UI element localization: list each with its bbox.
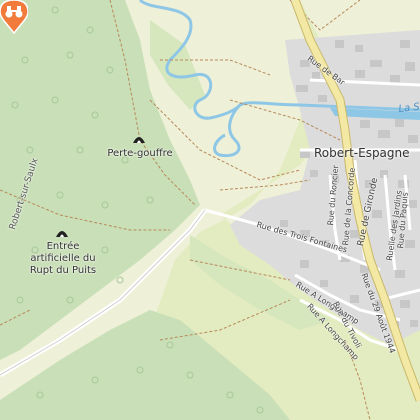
cave-icon[interactable]: [132, 134, 146, 144]
river-label: La S: [398, 101, 420, 115]
map-canvas[interactable]: Perte-gouffre Entrée artificielle du Rup…: [0, 0, 420, 420]
poi-label-rupt-du-puits: Entrée artificielle du Rupt du Puits: [29, 241, 97, 276]
village-label: Robert-Espagne: [314, 146, 410, 160]
poi-label-perte-gouffre: Perte-gouffre: [107, 148, 173, 159]
selected-location-pin[interactable]: [0, 0, 28, 34]
cave-icon[interactable]: [55, 228, 69, 238]
